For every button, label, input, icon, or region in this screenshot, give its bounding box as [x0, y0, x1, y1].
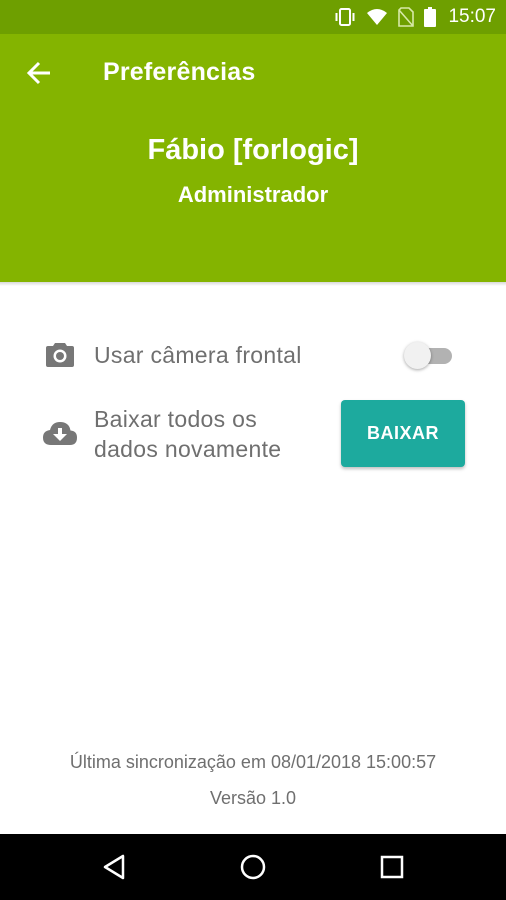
recents-square-icon [379, 854, 405, 880]
nav-recents-button[interactable] [352, 834, 432, 900]
front-camera-label: Usar câmera frontal [94, 342, 302, 368]
user-name: Fábio [forlogic] [147, 134, 359, 166]
wifi-icon [366, 8, 388, 26]
download-label-line1: Baixar todos os [94, 406, 258, 432]
nav-back-button[interactable] [74, 834, 154, 900]
header-shadow [0, 282, 506, 286]
home-circle-icon [239, 853, 267, 881]
back-button[interactable] [22, 56, 56, 90]
nav-home-button[interactable] [213, 834, 293, 900]
camera-icon [44, 340, 76, 370]
page-title: Preferências [103, 58, 256, 86]
profile-header: Preferências Fábio [forlogic] Administra… [0, 34, 506, 282]
status-time: 15:07 [448, 6, 496, 27]
battery-icon [424, 7, 437, 27]
version-text: Versão 1.0 [209, 788, 297, 808]
status-icons: 15:07 [334, 0, 496, 34]
toggle-thumb [404, 342, 431, 369]
preferences-screen: 15:07 Preferências Fábio [forlogic] Admi… [0, 0, 506, 900]
back-triangle-icon [101, 853, 127, 881]
user-role: Administrador [177, 182, 329, 207]
system-nav-bar [0, 834, 506, 900]
status-bar: 15:07 [0, 0, 506, 34]
cloud-download-icon [42, 418, 78, 448]
last-sync-text: Última sincronização em 08/01/2018 15:00… [69, 752, 437, 772]
no-sim-icon [398, 7, 415, 27]
download-label-line2: dados novamente [94, 436, 282, 462]
front-camera-toggle[interactable] [404, 341, 452, 371]
vibrate-icon [334, 7, 356, 27]
arrow-back-icon [26, 61, 52, 85]
download-button[interactable]: BAIXAR [341, 400, 465, 467]
